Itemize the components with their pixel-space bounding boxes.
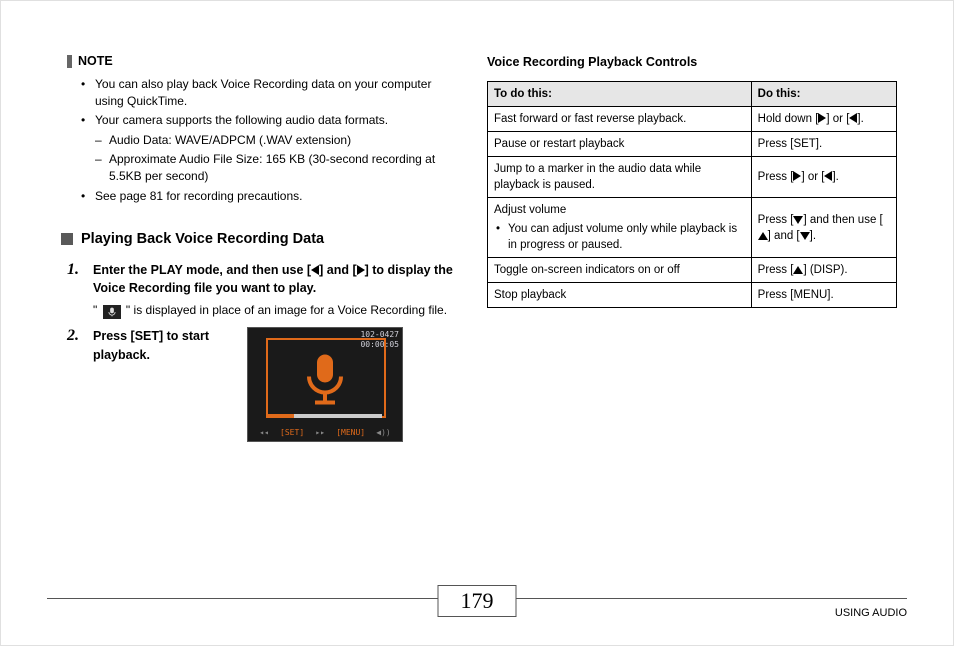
section-heading: Playing Back Voice Recording Data bbox=[61, 231, 457, 247]
lcd-controls: ◂◂ [SET] ▸▸ [MENU] ◀)) bbox=[248, 428, 402, 437]
table-cell: Hold down [] or []. bbox=[751, 107, 896, 132]
table-title: Voice Recording Playback Controls bbox=[487, 55, 897, 69]
right-column: Voice Recording Playback Controls To do … bbox=[487, 51, 897, 442]
table-row: Stop playback Press [MENU]. bbox=[488, 282, 897, 307]
page: NOTE You can also play back Voice Record… bbox=[0, 0, 954, 646]
lcd-menu-label: [MENU] bbox=[336, 428, 365, 437]
table-cell: Fast forward or fast reverse playback. bbox=[488, 107, 752, 132]
note-label: NOTE bbox=[67, 55, 113, 68]
step-title: Press [SET] to start playback. bbox=[93, 327, 233, 363]
note-subitem: Audio Data: WAVE/ADPCM (.WAV extension) bbox=[109, 132, 457, 149]
left-column: NOTE You can also play back Voice Record… bbox=[67, 51, 457, 442]
note-item: See page 81 for recording precautions. bbox=[95, 188, 457, 205]
footer-section-label: USING AUDIO bbox=[477, 607, 907, 619]
page-footer: 179 USING AUDIO bbox=[47, 598, 907, 619]
note-subitem: Approximate Audio File Size: 165 KB (30-… bbox=[109, 151, 457, 186]
note-item: You can also play back Voice Recording d… bbox=[95, 76, 457, 111]
table-header: To do this: bbox=[488, 82, 752, 107]
table-cell: Stop playback bbox=[488, 282, 752, 307]
step-2-row: 2. Press [SET] to start playback. bbox=[67, 327, 457, 442]
content-area: NOTE You can also play back Voice Record… bbox=[1, 1, 953, 442]
table-cell: Pause or restart playback bbox=[488, 132, 752, 157]
lcd-info: 102-0427 00:00:05 bbox=[360, 330, 399, 350]
note-list: You can also play back Voice Recording d… bbox=[67, 76, 457, 206]
lcd-set-label: [SET] bbox=[280, 428, 304, 437]
microphone-icon bbox=[302, 351, 348, 410]
down-arrow-icon bbox=[800, 232, 810, 240]
page-number: 179 bbox=[438, 585, 517, 617]
table-cell-li: You can adjust volume only while playbac… bbox=[508, 221, 745, 253]
step-number: 2. bbox=[67, 327, 85, 345]
table-cell: Press [SET]. bbox=[751, 132, 896, 157]
step-title: Enter the PLAY mode, and then use [] and… bbox=[93, 261, 457, 297]
table-cell: Press [MENU]. bbox=[751, 282, 896, 307]
square-bullet-icon bbox=[61, 233, 73, 245]
lcd-rewind-icon: ◂◂ bbox=[259, 428, 269, 437]
lcd-timer: 00:00:05 bbox=[360, 340, 399, 350]
step-1: 1. Enter the PLAY mode, and then use [] … bbox=[67, 261, 457, 319]
left-arrow-icon bbox=[311, 265, 319, 275]
table-cell: Toggle on-screen indicators on or off bbox=[488, 257, 752, 282]
down-arrow-icon bbox=[793, 216, 803, 224]
step-2: 2. Press [SET] to start playback. bbox=[67, 327, 233, 363]
right-arrow-icon bbox=[357, 265, 365, 275]
step-body: Press [SET] to start playback. bbox=[93, 327, 233, 363]
table-row: Jump to a marker in the audio data while… bbox=[488, 157, 897, 198]
note-item: Your camera supports the following audio… bbox=[95, 112, 457, 186]
table-row: Toggle on-screen indicators on or off Pr… bbox=[488, 257, 897, 282]
table-row: Fast forward or fast reverse playback. H… bbox=[488, 107, 897, 132]
note-item-text: Your camera supports the following audio… bbox=[95, 113, 388, 127]
section-heading-text: Playing Back Voice Recording Data bbox=[81, 231, 324, 247]
table-row: Adjust volume You can adjust volume only… bbox=[488, 198, 897, 257]
table-cell-list: You can adjust volume only while playbac… bbox=[494, 221, 745, 253]
lcd-forward-icon: ▸▸ bbox=[315, 428, 325, 437]
step-number: 1. bbox=[67, 261, 85, 279]
lcd-volume-icon: ◀)) bbox=[376, 428, 390, 437]
lcd-file-id: 102-0427 bbox=[360, 330, 399, 340]
up-arrow-icon bbox=[793, 266, 803, 274]
table-header-row: To do this: Do this: bbox=[488, 82, 897, 107]
up-arrow-icon bbox=[758, 232, 768, 240]
table-cell: Adjust volume You can adjust volume only… bbox=[488, 198, 752, 257]
note-sublist: Audio Data: WAVE/ADPCM (.WAV extension) … bbox=[95, 132, 457, 186]
table-cell: Press [] (DISP). bbox=[751, 257, 896, 282]
playback-controls-table: To do this: Do this: Fast forward or fas… bbox=[487, 81, 897, 308]
microphone-icon bbox=[103, 305, 121, 319]
lcd-progress-fill bbox=[268, 414, 294, 418]
table-cell: Press [] and then use [] and []. bbox=[751, 198, 896, 257]
table-row: Pause or restart playback Press [SET]. bbox=[488, 132, 897, 157]
table-cell: Jump to a marker in the audio data while… bbox=[488, 157, 752, 198]
table-cell: Press [] or []. bbox=[751, 157, 896, 198]
step-body: Enter the PLAY mode, and then use [] and… bbox=[93, 261, 457, 319]
step-description: " " is displayed in place of an image fo… bbox=[93, 301, 457, 319]
table-header: Do this: bbox=[751, 82, 896, 107]
lcd-preview: 102-0427 00:00:05 ◂◂ [SET] ▸▸ [MENU] ◀)) bbox=[247, 327, 403, 442]
